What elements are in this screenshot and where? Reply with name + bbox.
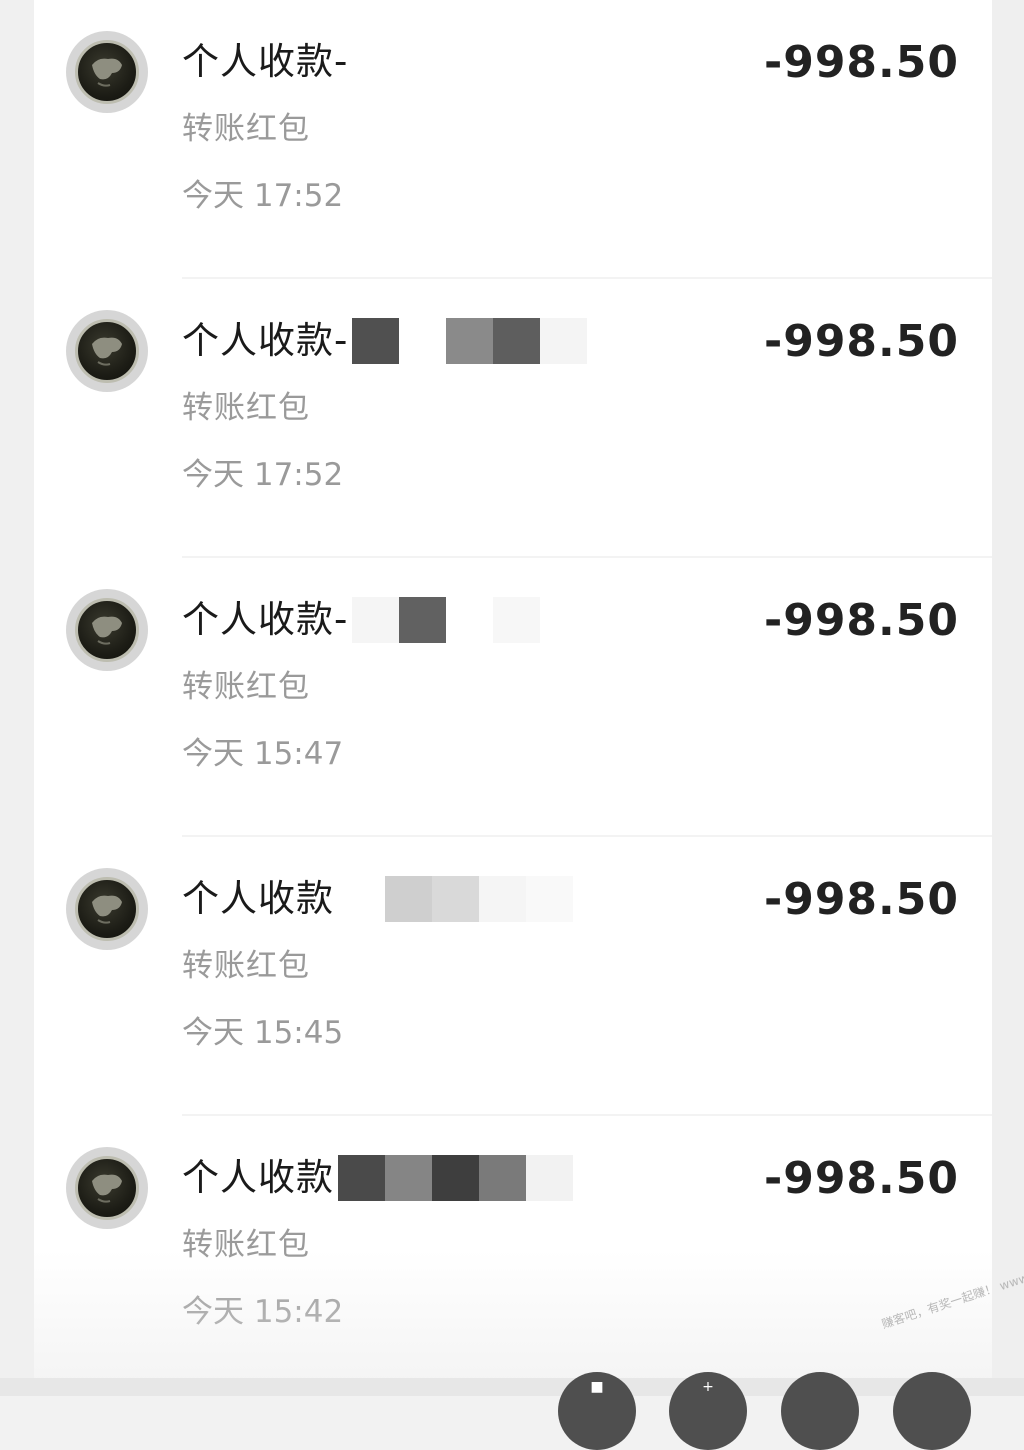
globe-avatar-icon [75, 598, 139, 662]
transaction-time: 今天 17:52 [182, 178, 344, 214]
globe-avatar-icon [75, 40, 139, 104]
redacted-name [352, 318, 588, 364]
redaction-block [338, 876, 385, 922]
nav-button-glyph: ■ [590, 1379, 604, 1395]
transaction-time: 今天 15:42 [182, 1294, 344, 1330]
transaction-amount: -998.50 [763, 1153, 959, 1204]
redaction-block [399, 39, 447, 85]
redaction-block [432, 1155, 479, 1201]
redaction-block [352, 597, 400, 643]
avatar [66, 589, 148, 671]
globe-avatar-icon [75, 319, 139, 383]
redaction-block [526, 1155, 573, 1201]
redaction-block [446, 39, 494, 85]
transaction-title: 个人收款- [182, 40, 349, 83]
redaction-block [352, 39, 400, 85]
transaction-list: 个人收款- -998.50 转账红包 今天 17:52 个人收款- -998.5… [34, 0, 992, 1378]
redacted-name [338, 876, 573, 922]
circle-icon[interactable] [893, 1372, 971, 1450]
redaction-block [446, 597, 494, 643]
transaction-item[interactable]: 个人收款 -998.50 转账红包 今天 15:42 [34, 1116, 992, 1395]
bottom-navigation-bar [0, 1378, 1024, 1396]
transaction-time: 今天 17:52 [182, 457, 344, 493]
transaction-title: 个人收款 [182, 877, 334, 920]
transaction-item[interactable]: 个人收款- -998.50 转账红包 今天 17:52 [34, 0, 992, 279]
redaction-block [479, 876, 526, 922]
transaction-title: 个人收款 [182, 1156, 334, 1199]
redacted-name [352, 39, 588, 85]
redaction-block [432, 876, 479, 922]
transaction-item[interactable]: 个人收款- -998.50 转账红包 今天 15:47 [34, 558, 992, 837]
redaction-block [385, 876, 432, 922]
transaction-amount: -998.50 [763, 37, 959, 88]
avatar [66, 868, 148, 950]
square-icon[interactable]: ■ [558, 1372, 636, 1450]
transaction-type: 转账红包 [182, 390, 310, 426]
transaction-type: 转账红包 [182, 669, 310, 705]
avatar [66, 310, 148, 392]
redaction-block [493, 597, 541, 643]
left-margin [0, 0, 34, 1396]
transaction-time: 今天 15:45 [182, 1015, 344, 1051]
redaction-block [352, 318, 400, 364]
transaction-type: 转账红包 [182, 948, 310, 984]
plus-icon[interactable]: + [669, 1372, 747, 1450]
redacted-name [352, 597, 588, 643]
redaction-block [526, 876, 573, 922]
redaction-block [540, 318, 588, 364]
transaction-item[interactable]: 个人收款- -998.50 转账红包 今天 17:52 [34, 279, 992, 558]
avatar [66, 1147, 148, 1229]
transaction-amount: -998.50 [763, 316, 959, 367]
transaction-item[interactable]: 个人收款 -998.50 转账红包 今天 15:45 [34, 837, 992, 1116]
right-margin [992, 0, 1024, 1396]
redaction-block [399, 318, 447, 364]
redaction-block [385, 1155, 432, 1201]
redaction-block [540, 597, 588, 643]
transaction-amount: -998.50 [763, 595, 959, 646]
transaction-title: 个人收款- [182, 319, 349, 362]
transaction-type: 转账红包 [182, 1227, 310, 1263]
transaction-type: 转账红包 [182, 111, 310, 147]
redaction-block [399, 597, 447, 643]
globe-avatar-icon [75, 877, 139, 941]
transaction-amount: -998.50 [763, 874, 959, 925]
transaction-title: 个人收款- [182, 598, 349, 641]
redaction-block [479, 1155, 526, 1201]
redaction-block [493, 318, 541, 364]
redaction-block [540, 39, 588, 85]
globe-avatar-icon [75, 1156, 139, 1220]
redaction-block [493, 39, 541, 85]
avatar [66, 31, 148, 113]
redacted-name [338, 1155, 573, 1201]
circle-icon[interactable] [781, 1372, 859, 1450]
redaction-block [338, 1155, 385, 1201]
nav-button-glyph: + [702, 1379, 714, 1395]
redaction-block [446, 318, 494, 364]
transaction-time: 今天 15:47 [182, 736, 344, 772]
